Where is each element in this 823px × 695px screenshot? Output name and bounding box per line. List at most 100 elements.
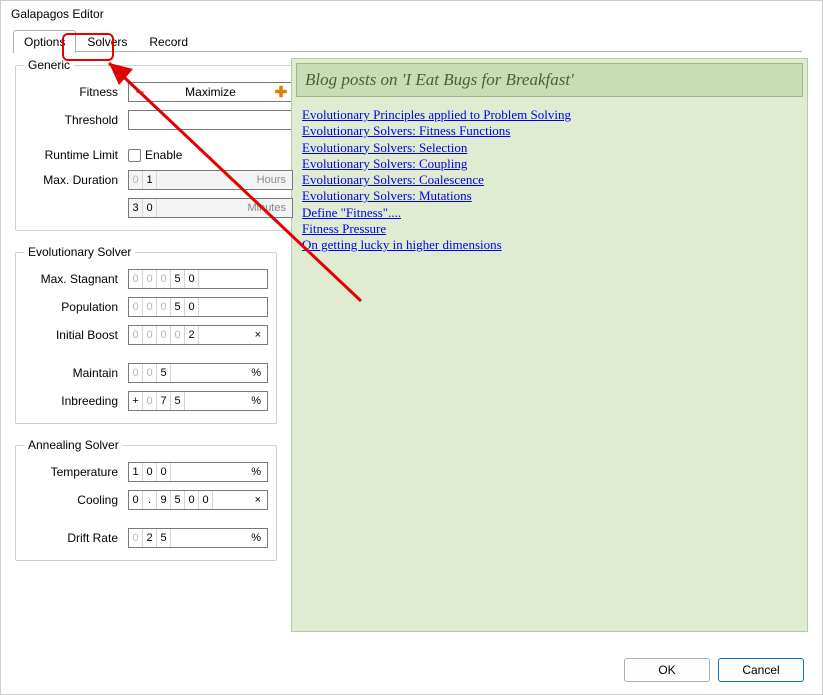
- digit: 0: [129, 298, 143, 316]
- cooling-input[interactable]: 0.9500 ×: [128, 490, 268, 510]
- blog-link[interactable]: On getting lucky in higher dimensions: [302, 237, 502, 253]
- annealing-legend: Annealing Solver: [24, 438, 123, 452]
- minutes-input: 30 Minutes: [128, 198, 293, 218]
- maintain-label: Maintain: [24, 366, 122, 380]
- digit: 0: [171, 326, 185, 344]
- fitness-label: Fitness: [24, 85, 122, 99]
- temperature-input[interactable]: 100 %: [128, 462, 268, 482]
- threshold-label: Threshold: [24, 113, 122, 127]
- blog-link[interactable]: Evolutionary Principles applied to Probl…: [302, 107, 571, 123]
- digit: 0: [129, 326, 143, 344]
- tab-solvers[interactable]: Solvers: [76, 30, 138, 53]
- digit: 2: [185, 326, 199, 344]
- digit: 9: [157, 491, 171, 509]
- runtime-enable-label: Enable: [145, 148, 182, 162]
- cool-unit: ×: [249, 494, 267, 506]
- hours-unit: Hours: [251, 174, 292, 186]
- digit: 0: [157, 298, 171, 316]
- window-title: Galapagos Editor: [1, 1, 822, 23]
- tab-bar: Options Solvers Record: [1, 29, 822, 52]
- initial-boost-label: Initial Boost: [24, 328, 122, 342]
- ok-button[interactable]: OK: [624, 658, 710, 682]
- digit: 0: [129, 171, 143, 189]
- drift-rate-label: Drift Rate: [24, 531, 122, 545]
- tab-record[interactable]: Record: [138, 30, 199, 53]
- population-input[interactable]: 00050: [128, 297, 268, 317]
- blog-link[interactable]: Evolutionary Solvers: Selection: [302, 140, 467, 156]
- maintain-unit: %: [245, 367, 267, 379]
- digit: 0: [143, 463, 157, 481]
- digit: 2: [143, 529, 157, 547]
- digit: 0: [143, 298, 157, 316]
- minutes-unit: Minutes: [241, 202, 292, 214]
- minus-icon[interactable]: −: [133, 85, 147, 99]
- annealing-group: Annealing Solver Temperature 100 % Cooli…: [15, 438, 277, 561]
- digit: 0: [143, 326, 157, 344]
- drift-unit: %: [245, 532, 267, 544]
- max-stagnant-input[interactable]: 00050: [128, 269, 268, 289]
- runtime-limit-label: Runtime Limit: [24, 148, 122, 162]
- tab-options[interactable]: Options: [13, 30, 76, 53]
- inbreeding-input[interactable]: + 075 %: [128, 391, 268, 411]
- digit: 5: [171, 298, 185, 316]
- inbreed-unit: %: [245, 395, 267, 407]
- generic-group: Generic Fitness − Maximize ✚ Threshold R…: [15, 58, 302, 231]
- runtime-enable-checkbox[interactable]: [128, 149, 141, 162]
- digit: 3: [129, 199, 143, 217]
- digit: 0: [157, 326, 171, 344]
- digit: 0: [157, 270, 171, 288]
- max-stagnant-label: Max. Stagnant: [24, 272, 122, 286]
- digit: 0: [199, 491, 213, 509]
- digit: 1: [129, 463, 143, 481]
- threshold-input[interactable]: [128, 110, 293, 130]
- digit: 5: [171, 491, 185, 509]
- evolutionary-group: Evolutionary Solver Max. Stagnant 00050 …: [15, 245, 277, 424]
- digit: 0: [157, 463, 171, 481]
- digit: 0: [143, 364, 157, 382]
- temperature-label: Temperature: [24, 465, 122, 479]
- digit: 5: [157, 364, 171, 382]
- digit: 0: [129, 491, 143, 509]
- digit: 5: [171, 270, 185, 288]
- inbreed-sign: +: [129, 392, 143, 410]
- digit: 0: [129, 364, 143, 382]
- blog-link[interactable]: Define "Fitness"....: [302, 205, 401, 221]
- digit: 0: [143, 270, 157, 288]
- digit: .: [143, 491, 157, 509]
- blog-link[interactable]: Evolutionary Solvers: Coupling: [302, 156, 467, 172]
- digit: 0: [129, 529, 143, 547]
- blog-panel: Blog posts on 'I Eat Bugs for Breakfast'…: [291, 58, 808, 632]
- generic-legend: Generic: [24, 58, 74, 72]
- inbreeding-label: Inbreeding: [24, 394, 122, 408]
- initial-boost-input[interactable]: 00002 ×: [128, 325, 268, 345]
- digit: 0: [185, 298, 199, 316]
- temp-unit: %: [245, 466, 267, 478]
- digit: 0: [143, 392, 157, 410]
- digit: 5: [171, 392, 185, 410]
- blog-link[interactable]: Evolutionary Solvers: Coalescence: [302, 172, 484, 188]
- max-duration-label: Max. Duration: [24, 173, 122, 187]
- population-label: Population: [24, 300, 122, 314]
- fitness-value: Maximize: [185, 85, 236, 99]
- maintain-input[interactable]: 005 %: [128, 363, 268, 383]
- blog-link[interactable]: Evolutionary Solvers: Fitness Functions: [302, 123, 510, 139]
- digit: 0: [143, 199, 157, 217]
- blog-header: Blog posts on 'I Eat Bugs for Breakfast': [296, 63, 803, 97]
- blog-link[interactable]: Fitness Pressure: [302, 221, 386, 237]
- digit: 0: [185, 491, 199, 509]
- digit: 1: [143, 171, 157, 189]
- hours-input: 01 Hours: [128, 170, 293, 190]
- drift-rate-input[interactable]: 025 %: [128, 528, 268, 548]
- digit: 0: [129, 270, 143, 288]
- fitness-selector[interactable]: − Maximize ✚: [128, 82, 293, 102]
- cooling-label: Cooling: [24, 493, 122, 507]
- blog-link[interactable]: Evolutionary Solvers: Mutations: [302, 188, 472, 204]
- blog-links-list: Evolutionary Principles applied to Probl…: [292, 101, 807, 259]
- digit: 0: [185, 270, 199, 288]
- plus-icon[interactable]: ✚: [274, 85, 288, 99]
- evolutionary-legend: Evolutionary Solver: [24, 245, 135, 259]
- digit: 5: [157, 529, 171, 547]
- cancel-button[interactable]: Cancel: [718, 658, 804, 682]
- options-panel: Generic Fitness − Maximize ✚ Threshold R…: [15, 52, 277, 632]
- boost-unit: ×: [249, 329, 267, 341]
